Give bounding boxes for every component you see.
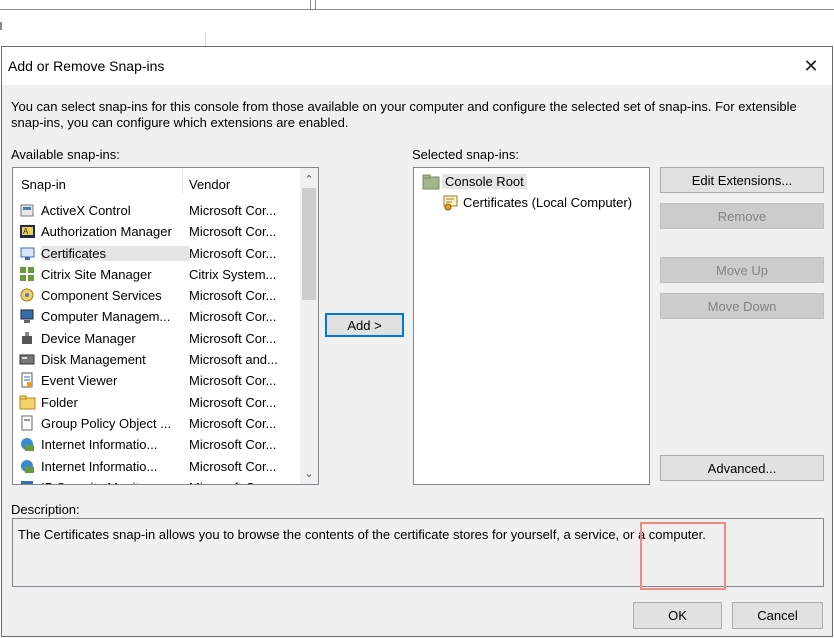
list-item[interactable]: ActiveX Control Microsoft Cor... <box>13 200 301 221</box>
cancel-button[interactable]: Cancel <box>732 602 823 629</box>
ip-security-icon <box>19 479 37 484</box>
scroll-down-icon[interactable]: ⌄ <box>300 464 318 482</box>
available-snapins-label: Available snap-ins: <box>11 147 120 162</box>
remove-button[interactable]: Remove <box>660 203 824 229</box>
snapin-vendor: Microsoft and... <box>189 352 278 368</box>
list-item[interactable]: Event Viewer Microsoft Cor... <box>13 370 301 391</box>
list-item[interactable]: Component Services Microsoft Cor... <box>13 285 301 306</box>
move-up-button[interactable]: Move Up <box>660 257 824 283</box>
intro-text: You can select snap-ins for this console… <box>11 99 797 130</box>
list-header: Snap-in Vendor <box>13 168 301 196</box>
snapin-vendor: Microsoft Cor... <box>189 330 277 346</box>
list-item[interactable]: Device Manager Microsoft Cor... <box>13 328 301 349</box>
snapin-name: Internet Informatio... <box>41 458 158 474</box>
snapin-name: Device Manager <box>41 330 136 346</box>
snapin-vendor: Microsoft Cor... <box>189 309 277 325</box>
add-remove-snapins-dialog: Add or Remove Snap-ins ✕ You can select … <box>1 46 833 637</box>
snapin-name: ActiveX Control <box>41 203 131 218</box>
list-item[interactable]: Folder Microsoft Cor... <box>13 392 301 413</box>
snapin-name: Certificates <box>41 245 189 261</box>
list-item[interactable]: Internet Informatio... Microsoft Cor... <box>13 434 301 455</box>
advanced-button[interactable]: Advanced... <box>660 455 824 481</box>
tree-label-certificates: Certificates (Local Computer) <box>463 195 633 210</box>
snapin-name: Folder <box>41 394 78 410</box>
close-icon[interactable]: ✕ <box>796 51 826 81</box>
group-policy-icon <box>19 415 37 432</box>
snapin-name: Authorization Manager <box>41 224 172 240</box>
snapin-vendor: Microsoft Cor... <box>189 373 277 389</box>
svg-text:A: A <box>23 227 29 236</box>
dialog-title: Add or Remove Snap-ins <box>8 58 165 74</box>
device-manager-icon <box>19 330 37 347</box>
snapin-name: Disk Management <box>41 352 146 368</box>
add-button[interactable]: Add > <box>325 313 404 337</box>
snapin-vendor: Microsoft Cor... <box>189 458 277 474</box>
description-text: The Certificates snap-in allows you to b… <box>18 527 706 542</box>
snapin-vendor: Microsoft Cor... <box>189 415 277 431</box>
snapin-rows: ActiveX Control Microsoft Cor... A Authoriz… <box>13 200 301 484</box>
list-item[interactable]: Citrix Site Manager Citrix System... <box>13 264 301 285</box>
snapin-vendor: Microsoft Cor... <box>189 480 293 484</box>
iis-icon <box>19 458 37 475</box>
snapin-name: IP Security Monitor <box>41 480 189 484</box>
list-item[interactable]: Group Policy Object ... Microsoft Cor... <box>13 413 301 434</box>
iis-icon <box>19 436 37 453</box>
disk-management-icon <box>19 351 37 368</box>
tree-label-console-root: Console Root <box>442 174 527 189</box>
ok-button[interactable]: OK <box>633 602 722 629</box>
certificate-icon <box>443 195 458 211</box>
list-item[interactable]: Internet Informatio... Microsoft Cor... <box>13 456 301 477</box>
selected-snapins-tree[interactable]: Console Root Certificates (Local Compute… <box>413 167 650 485</box>
description-box: The Certificates snap-in allows you to b… <box>12 518 824 587</box>
available-snapins-list[interactable]: Snap-in Vendor ActiveX Control Microsoft … <box>12 167 319 485</box>
list-item[interactable]: Certificates Microsoft Cor... <box>13 243 301 264</box>
snapin-vendor: Microsoft Cor... <box>189 288 277 304</box>
computer-management-icon <box>19 308 37 325</box>
snapin-vendor: Microsoft Cor... <box>189 394 277 410</box>
snapin-vendor: Microsoft Cor... <box>189 203 277 218</box>
snapin-name: Internet Informatio... <box>41 437 158 453</box>
event-viewer-icon <box>19 372 37 389</box>
authorization-icon: A <box>19 223 37 240</box>
move-down-button[interactable]: Move Down <box>660 293 824 319</box>
activex-icon <box>19 202 37 219</box>
snapin-name: Event Viewer <box>41 373 118 389</box>
folder-icon <box>19 394 37 411</box>
snapin-vendor: Microsoft Cor... <box>189 224 277 240</box>
snapin-name: Group Policy Object ... <box>41 415 172 431</box>
folder-icon <box>422 174 440 190</box>
description-label: Description: <box>11 502 80 517</box>
scroll-thumb[interactable] <box>302 188 316 300</box>
snapin-name: Citrix Site Manager <box>41 266 152 282</box>
list-item[interactable]: IP Security MonitorMicrosoft Cor... <box>13 477 301 484</box>
citrix-icon <box>19 266 37 283</box>
column-header-snapin[interactable]: Snap-in <box>21 177 66 192</box>
column-header-vendor[interactable]: Vendor <box>189 177 230 192</box>
component-services-icon <box>19 287 37 304</box>
snapin-vendor: Microsoft Cor... <box>189 245 277 261</box>
snapin-name: Component Services <box>41 288 162 304</box>
certificates-icon <box>19 245 37 262</box>
background-window <box>0 0 834 46</box>
list-item[interactable]: Computer Managem... Microsoft Cor... <box>13 306 301 327</box>
selected-snapins-label: Selected snap-ins: <box>412 147 519 162</box>
vertical-scrollbar[interactable]: ⌃ ⌄ <box>300 168 318 484</box>
list-item[interactable]: Disk Management Microsoft and... <box>13 349 301 370</box>
edit-extensions-button[interactable]: Edit Extensions... <box>660 167 824 193</box>
snapin-vendor: Citrix System... <box>189 266 277 282</box>
snapin-vendor: Microsoft Cor... <box>189 437 277 453</box>
list-item[interactable]: A Authorization Manager Microsoft Cor... <box>13 221 301 242</box>
scroll-up-icon[interactable]: ⌃ <box>300 170 318 188</box>
title-bar: Add or Remove Snap-ins ✕ <box>2 47 832 85</box>
snapin-name: Computer Managem... <box>41 309 171 325</box>
